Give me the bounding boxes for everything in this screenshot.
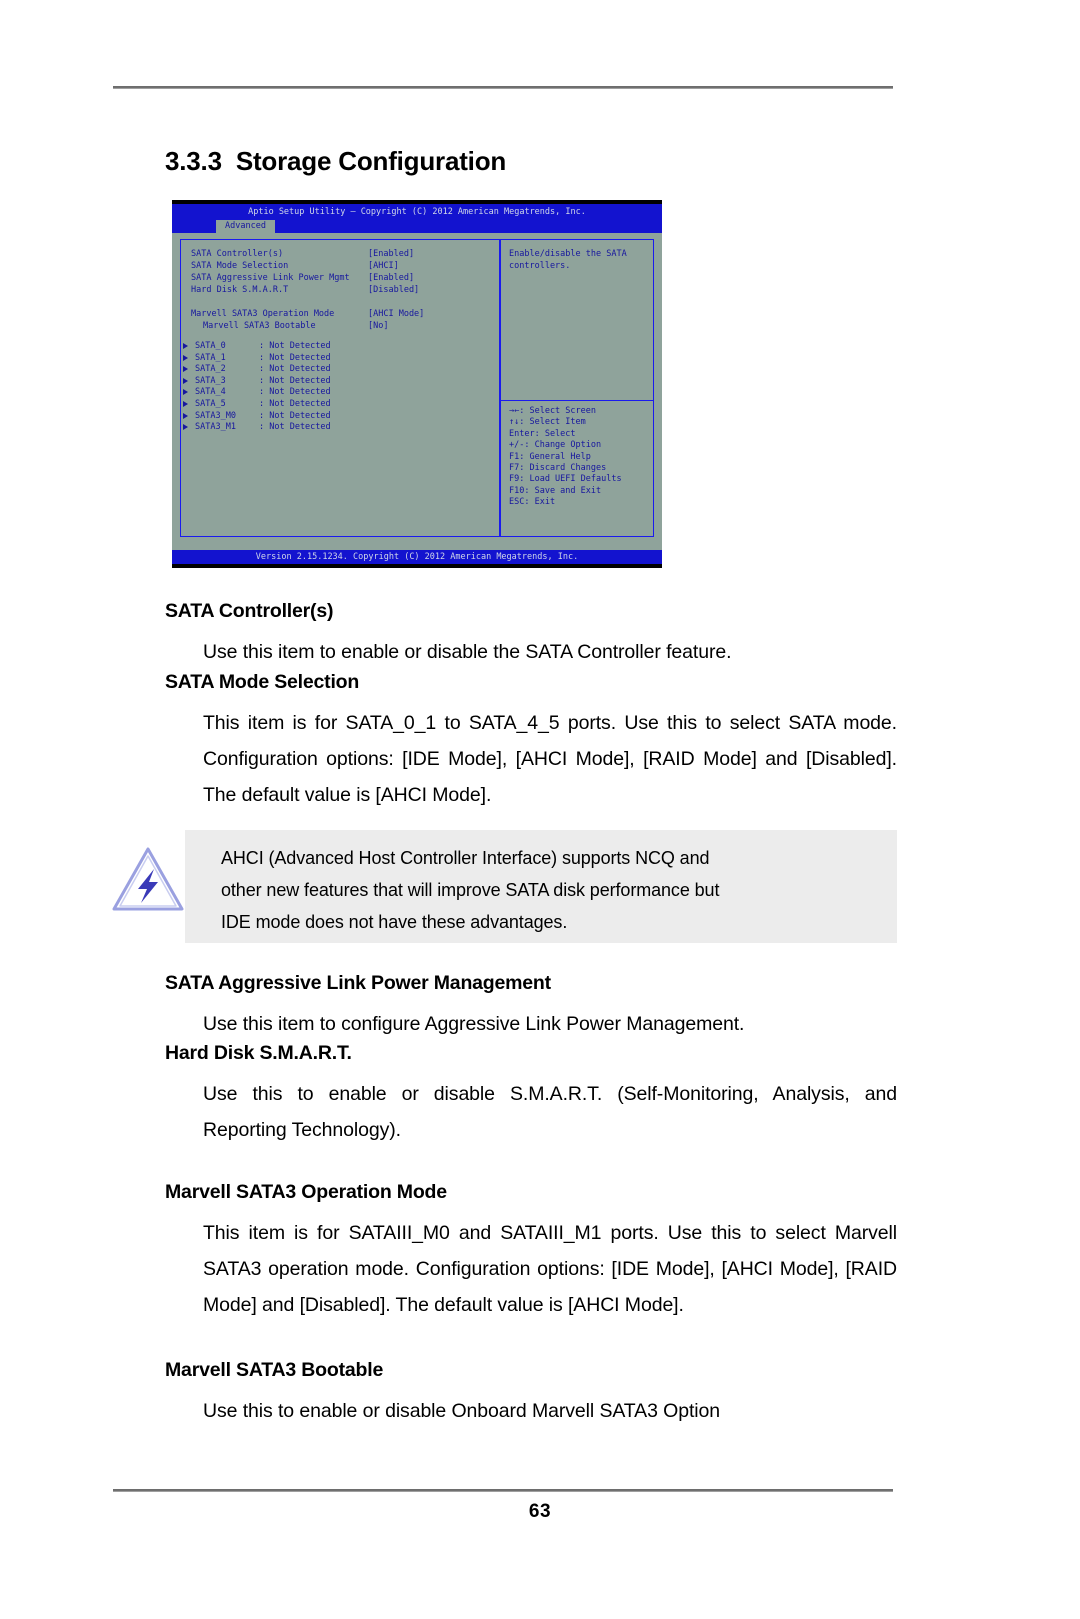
note-text: AHCI (Advanced Host Controller Interface… bbox=[221, 842, 865, 938]
bios-setting-value[interactable]: [Enabled] bbox=[368, 248, 414, 260]
section-title: Storage Configuration bbox=[235, 146, 507, 176]
key-legend-line: F10: Save and Exit bbox=[509, 485, 602, 496]
term-sata-controllers: SATA Controller(s) bbox=[165, 600, 334, 622]
bios-device-name: SATA3_M1 bbox=[195, 422, 236, 433]
term-marvell-bootable: Marvell SATA3 Bootable bbox=[165, 1359, 384, 1381]
triangle-right-icon bbox=[183, 424, 188, 431]
bios-device-name: SATA_2 bbox=[195, 364, 226, 375]
body-sata-mode-selection: This item is for SATA_0_1 to SATA_4_5 po… bbox=[203, 712, 897, 806]
note-box: AHCI (Advanced Host Controller Interface… bbox=[185, 830, 897, 943]
triangle-right-icon bbox=[183, 377, 188, 384]
term-hard-disk-smart: Hard Disk S.M.A.R.T. bbox=[165, 1042, 352, 1064]
key-legend-line: ↑↓: Select Item bbox=[509, 417, 586, 428]
bios-device-name: SATA_3 bbox=[195, 375, 226, 386]
bios-setting-row[interactable]: Marvell SATA3 Bootable [No] bbox=[191, 320, 491, 332]
term-marvell-operation-mode: Marvell SATA3 Operation Mode bbox=[165, 1181, 447, 1203]
bios-footer: Version 2.15.1234. Copyright (C) 2012 Am… bbox=[172, 550, 662, 568]
bios-device-row[interactable]: SATA_4 : Not Detected bbox=[183, 386, 493, 398]
bios-title-bar: Aptio Setup Utility – Copyright (C) 2012… bbox=[172, 204, 662, 220]
bios-setting-row[interactable]: SATA Controller(s) [Enabled] bbox=[191, 248, 491, 260]
footer-rule bbox=[113, 1489, 893, 1492]
header-rule bbox=[113, 86, 893, 89]
bios-device-row[interactable]: SATA_3 : Not Detected bbox=[183, 375, 493, 387]
tab-advanced[interactable]: Advanced bbox=[216, 220, 275, 233]
bios-setting-label: SATA Mode Selection bbox=[191, 261, 289, 271]
bios-setting-row[interactable]: Hard Disk S.M.A.R.T [Disabled] bbox=[191, 284, 491, 296]
note-line-1: AHCI (Advanced Host Controller Interface… bbox=[221, 848, 710, 868]
page-title: 3.3.3 Storage Configuration bbox=[165, 146, 506, 177]
bios-setting-value[interactable]: [Enabled] bbox=[368, 272, 414, 284]
note-line-2: other new features that will improve SAT… bbox=[221, 880, 720, 900]
page-number: 63 bbox=[528, 1501, 552, 1522]
body-sata-controllers: Use this item to enable or disable the S… bbox=[203, 641, 732, 663]
bios-device-row[interactable]: SATA_1 : Not Detected bbox=[183, 352, 493, 364]
manual-page: 3.3.3 Storage Configuration Aptio Setup U… bbox=[0, 0, 1080, 1619]
bios-device-name: SATA_0 bbox=[195, 341, 226, 351]
key-legend-line: +/-: Change Option bbox=[509, 440, 602, 451]
bios-device-name: SATA_5 bbox=[195, 399, 226, 409]
term-sata-alpm: SATA Aggressive Link Power Management bbox=[165, 972, 551, 994]
bios-setting-row[interactable]: SATA Mode Selection [AHCI] bbox=[191, 260, 491, 272]
bios-device-row[interactable]: SATA_2 : Not Detected bbox=[183, 363, 493, 375]
body-marvell-bootable: Use this to enable or disable Onboard Ma… bbox=[203, 1400, 720, 1422]
key-legend-line: F1: General Help bbox=[509, 451, 591, 462]
section-number: 3.3.3 bbox=[165, 146, 222, 176]
bios-device-name: SATA_1 bbox=[195, 352, 226, 363]
key-legend-line: ESC: Exit bbox=[509, 497, 556, 508]
body-marvell-operation-mode: This item is for SATAIII_M0 and SATAIII_… bbox=[203, 1222, 897, 1316]
help-divider bbox=[501, 400, 653, 401]
term-sata-mode-selection: SATA Mode Selection bbox=[165, 671, 360, 693]
warning-icon bbox=[112, 847, 184, 911]
bios-device-row[interactable]: SATA_0 : Not Detected bbox=[183, 340, 493, 352]
triangle-right-icon bbox=[183, 343, 188, 349]
bios-device-status: : Not Detected bbox=[259, 387, 331, 398]
body-hard-disk-smart: Use this to enable or disable S.M.A.R.T.… bbox=[203, 1083, 897, 1141]
bios-tab-row: Advanced bbox=[172, 220, 662, 233]
bios-device-status: : Not Detected bbox=[259, 399, 331, 409]
bios-setting-value[interactable]: [Disabled] bbox=[368, 284, 419, 296]
bios-setting-label: Marvell SATA3 Bootable bbox=[203, 321, 316, 331]
bios-device-status: : Not Detected bbox=[259, 341, 331, 351]
bios-help-panel: Enable/disable the SATA controllers. →←:… bbox=[500, 239, 654, 537]
bios-screenshot: Aptio Setup Utility – Copyright (C) 2012… bbox=[172, 200, 662, 568]
triangle-right-icon bbox=[183, 354, 188, 361]
triangle-right-icon bbox=[183, 389, 188, 396]
bios-device-row[interactable]: SATA3_M0 : Not Detected bbox=[183, 410, 493, 422]
bios-setting-label: SATA Aggressive Link Power Mgmt bbox=[191, 273, 350, 283]
key-legend-line: →←: Select Screen bbox=[509, 406, 596, 416]
triangle-right-icon bbox=[183, 366, 188, 373]
bios-device-status: : Not Detected bbox=[259, 352, 331, 363]
bios-setting-label: Marvell SATA3 Operation Mode bbox=[191, 309, 335, 319]
triangle-right-icon bbox=[183, 401, 188, 407]
key-legend-line: F9: Load UEFI Defaults bbox=[509, 474, 622, 485]
bios-device-status: : Not Detected bbox=[259, 410, 331, 421]
key-legend: →←: Select Screen ↑↓: Select Item Enter: S… bbox=[509, 406, 651, 509]
bios-device-row[interactable]: SATA_5 : Not Detected bbox=[183, 398, 493, 410]
help-description: Enable/disable the SATA controllers. bbox=[509, 249, 627, 271]
bios-device-status: : Not Detected bbox=[259, 375, 331, 386]
bios-setting-value[interactable]: [AHCI Mode] bbox=[368, 308, 424, 320]
key-legend-line: Enter: Select bbox=[509, 428, 576, 439]
bios-setting-label: SATA Controller(s) bbox=[191, 249, 284, 259]
bios-device-status: : Not Detected bbox=[259, 422, 331, 433]
bios-setting-row[interactable]: Marvell SATA3 Operation Mode [AHCI Mode] bbox=[191, 308, 491, 320]
body-sata-alpm: Use this item to configure Aggressive Li… bbox=[203, 1013, 745, 1035]
bios-setting-row[interactable]: SATA Aggressive Link Power Mgmt [Enabled] bbox=[191, 272, 491, 284]
bios-settings-panel: SATA Controller(s) [Enabled] SATA Mode Sel… bbox=[180, 239, 500, 537]
bios-device-name: SATA3_M0 bbox=[195, 410, 236, 421]
note-line-3: IDE mode does not have these advantages. bbox=[221, 912, 568, 932]
triangle-right-icon bbox=[183, 412, 188, 419]
bios-setting-value[interactable]: [AHCI] bbox=[368, 260, 399, 272]
bios-body: SATA Controller(s) [Enabled] SATA Mode Sel… bbox=[172, 233, 662, 544]
bios-setting-label: Hard Disk S.M.A.R.T bbox=[191, 285, 289, 295]
bios-device-name: SATA_4 bbox=[195, 387, 226, 398]
bios-device-status: : Not Detected bbox=[259, 364, 331, 375]
bios-device-row[interactable]: SATA3_M1 : Not Detected bbox=[183, 421, 493, 433]
bios-setting-value[interactable]: [No] bbox=[368, 320, 388, 332]
key-legend-line: F7: Discard Changes bbox=[509, 463, 607, 474]
